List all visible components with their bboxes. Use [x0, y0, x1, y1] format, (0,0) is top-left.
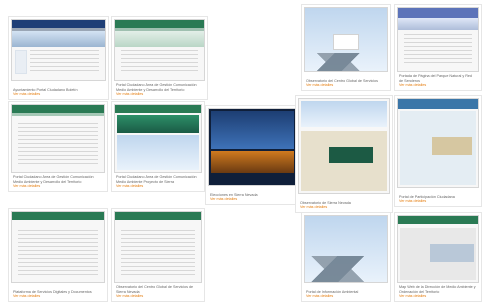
site-content	[121, 50, 198, 74]
gallery-card-8[interactable]: Portal de Participación Ciudadana Ver má…	[395, 96, 481, 206]
screenshot-thumbnail[interactable]	[298, 98, 390, 194]
caption-text: Portada de Página del Parque Natural y R…	[399, 74, 472, 83]
caption-text: Portal Ciudadano Área de Gestión Comunic…	[116, 83, 197, 92]
gallery-card-6[interactable]: Elecciones en Sierra Nevada Ver más deta…	[206, 106, 299, 204]
screenshot-thumbnail[interactable]	[208, 108, 297, 186]
gallery-card-5[interactable]: Portal Ciudadano Área de Gestión Comunic…	[112, 102, 204, 191]
mountain-banner	[117, 135, 199, 170]
caption-text: Portal de Información Ambiental	[306, 289, 359, 294]
gallery-card-10[interactable]: Observatorio del Centro Global de Servic…	[112, 209, 204, 301]
site-header	[398, 99, 478, 109]
caption-link[interactable]: Ver más detalles	[13, 294, 103, 299]
site-nav	[12, 113, 104, 116]
caption-link[interactable]: Ver más detalles	[399, 199, 477, 204]
caption-link[interactable]: Ver más detalles	[306, 294, 386, 299]
site-center-logo	[333, 34, 359, 50]
site-content	[18, 230, 98, 276]
caption-text: Observatorio del Centro Global de Servic…	[116, 285, 194, 294]
caption-text: Map Web de la Dirección de Medio Ambient…	[399, 285, 476, 294]
caption-text: Observatorio del Centro Global de Servic…	[306, 78, 378, 83]
thumbnail-caption: Portal Ciudadano Área de Gestión Comunic…	[116, 175, 200, 189]
site-sidebar	[15, 50, 27, 74]
site-hero	[115, 31, 204, 47]
caption-link[interactable]: Ver más detalles	[399, 294, 477, 299]
gallery-card-1[interactable]: Portal Ciudadano Área de Gestión Comunic…	[112, 17, 207, 99]
screenshot-thumbnail[interactable]	[397, 7, 479, 72]
site-header	[12, 20, 105, 28]
gallery-card-12[interactable]: Map Web de la Dirección de Medio Ambient…	[395, 213, 481, 301]
screenshot-thumbnail[interactable]	[11, 19, 106, 81]
site-header	[12, 212, 104, 220]
banner-image	[211, 111, 294, 149]
thumbnail-caption: Observatorio del Centro Global de Servic…	[306, 79, 386, 88]
gallery-card-4[interactable]: Portal Ciudadano Área de Gestión Comunic…	[9, 102, 107, 191]
thumbnail-caption: Observatorio del Centro Global de Servic…	[116, 285, 200, 299]
thumbnail-caption: Portal de Participación Ciudadana Ver má…	[399, 195, 477, 204]
mountain-image	[305, 256, 387, 282]
screenshot-thumbnail[interactable]	[397, 215, 479, 283]
gallery-card-0[interactable]: Ayuntamiento Portal Ciudadano Boletín Ve…	[9, 17, 108, 99]
caption-link[interactable]: Ver más detalles	[116, 184, 200, 189]
screenshot-thumbnail[interactable]	[397, 98, 479, 188]
caption-link[interactable]: Ver más detalles	[300, 205, 388, 210]
gallery-card-3[interactable]: Portada de Página del Parque Natural y R…	[395, 5, 481, 90]
thumbnail-caption: Portal de Información Ambiental Ver más …	[306, 290, 386, 299]
mountain-banner	[301, 101, 387, 127]
site-hero	[12, 31, 105, 47]
site-header	[115, 105, 201, 113]
site-header	[398, 8, 478, 18]
caption-text: Portal Ciudadano Área de Gestión Comunic…	[116, 175, 197, 184]
site-header	[115, 212, 201, 220]
site-content	[30, 50, 99, 74]
caption-link[interactable]: Ver más detalles	[13, 184, 103, 189]
screenshot-thumbnail[interactable]	[304, 7, 388, 72]
thumbnail-caption: Elecciones en Sierra Nevada Ver más deta…	[210, 193, 295, 202]
screenshot-thumbnail[interactable]	[11, 104, 105, 173]
gallery-card-9[interactable]: Plataforma de Servicios Digitales y Docu…	[9, 209, 107, 301]
thumbnail-caption: Observatorio de Sierra Nevada Ver más de…	[300, 201, 388, 210]
screenshot-thumbnail[interactable]	[304, 215, 388, 283]
caption-text: Portal de Participación Ciudadana	[399, 194, 455, 199]
caption-link[interactable]: Ver más detalles	[210, 197, 295, 202]
screenshot-thumbnail[interactable]	[114, 211, 202, 283]
orange-glow	[211, 151, 294, 173]
thumbnail-caption: Portada de Página del Parque Natural y R…	[399, 74, 477, 88]
screenshot-thumbnail[interactable]	[11, 211, 105, 283]
site-header	[12, 105, 104, 113]
caption-link[interactable]: Ver más detalles	[116, 92, 203, 97]
site-photo	[430, 244, 474, 262]
thumbnail-caption: Map Web de la Dirección de Medio Ambient…	[399, 285, 477, 299]
site-content	[121, 230, 195, 276]
gallery-card-2[interactable]: Observatorio del Centro Global de Servic…	[302, 5, 390, 90]
mountain-image	[305, 53, 387, 71]
site-hero	[398, 18, 478, 30]
promo-panel	[432, 137, 472, 155]
thumbnail-caption: Ayuntamiento Portal Ciudadano Boletín Ve…	[13, 88, 104, 97]
thumbnail-caption: Plataforma de Servicios Digitales y Docu…	[13, 290, 103, 299]
forest-image	[117, 115, 199, 133]
caption-text: Elecciones en Sierra Nevada	[210, 192, 258, 197]
caption-link[interactable]: Ver más detalles	[116, 294, 200, 299]
caption-link[interactable]: Ver más detalles	[13, 92, 104, 97]
caption-text: Portal Ciudadano Área de Gestión Comunic…	[13, 175, 94, 184]
site-content	[18, 123, 98, 166]
caption-text: Ayuntamiento Portal Ciudadano Boletín	[13, 87, 78, 92]
thumbnail-caption: Portal Ciudadano Área de Gestión Comunic…	[13, 175, 103, 189]
thumbnail-caption: Portal Ciudadano Área de Gestión Comunic…	[116, 83, 203, 97]
site-content	[404, 34, 472, 65]
screenshot-thumbnail[interactable]	[114, 104, 202, 173]
gallery-card-11[interactable]: Portal de Información Ambiental Ver más …	[302, 213, 390, 301]
screenshot-thumbnail[interactable]	[114, 19, 205, 81]
highlight-panel	[329, 147, 373, 163]
caption-text: Observatorio de Sierra Nevada	[300, 200, 351, 205]
caption-link[interactable]: Ver más detalles	[399, 83, 477, 88]
site-header	[398, 216, 478, 224]
gallery-card-7[interactable]: Observatorio de Sierra Nevada Ver más de…	[296, 96, 392, 212]
caption-text: Plataforma de Servicios Digitales y Docu…	[13, 289, 92, 294]
site-header	[115, 20, 204, 28]
caption-link[interactable]: Ver más detalles	[306, 83, 386, 88]
